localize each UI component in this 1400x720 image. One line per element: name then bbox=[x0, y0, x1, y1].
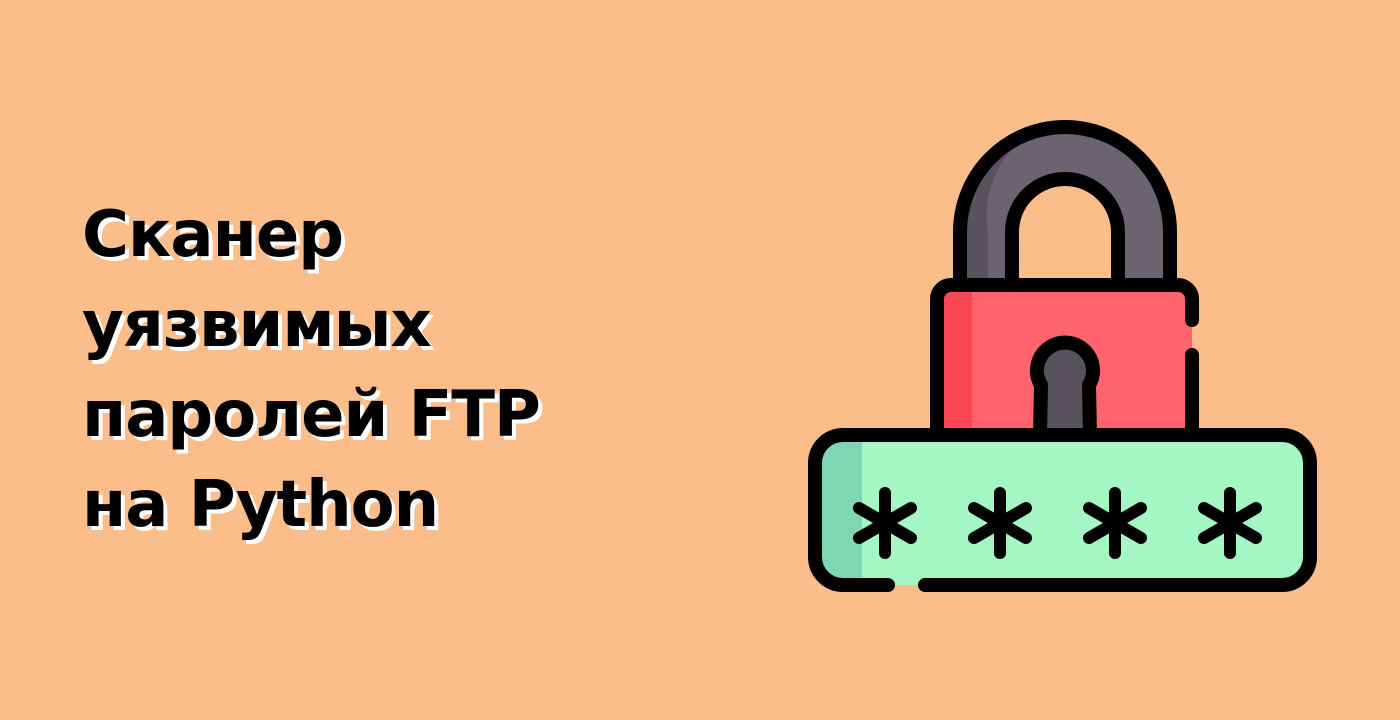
title-line-1: Сканер bbox=[82, 198, 344, 272]
title-line-3: паролей FTP bbox=[82, 378, 541, 452]
padlock-password-icon bbox=[800, 120, 1330, 605]
title-line-4: на Python bbox=[82, 468, 439, 542]
lock-body bbox=[930, 278, 1199, 442]
padlock-svg bbox=[808, 120, 1317, 592]
lock-shackle bbox=[953, 120, 1177, 297]
title-line-2: уязвимых bbox=[82, 288, 432, 362]
page-title: Сканер уязвимых паролей FTP на Python bbox=[82, 190, 541, 550]
